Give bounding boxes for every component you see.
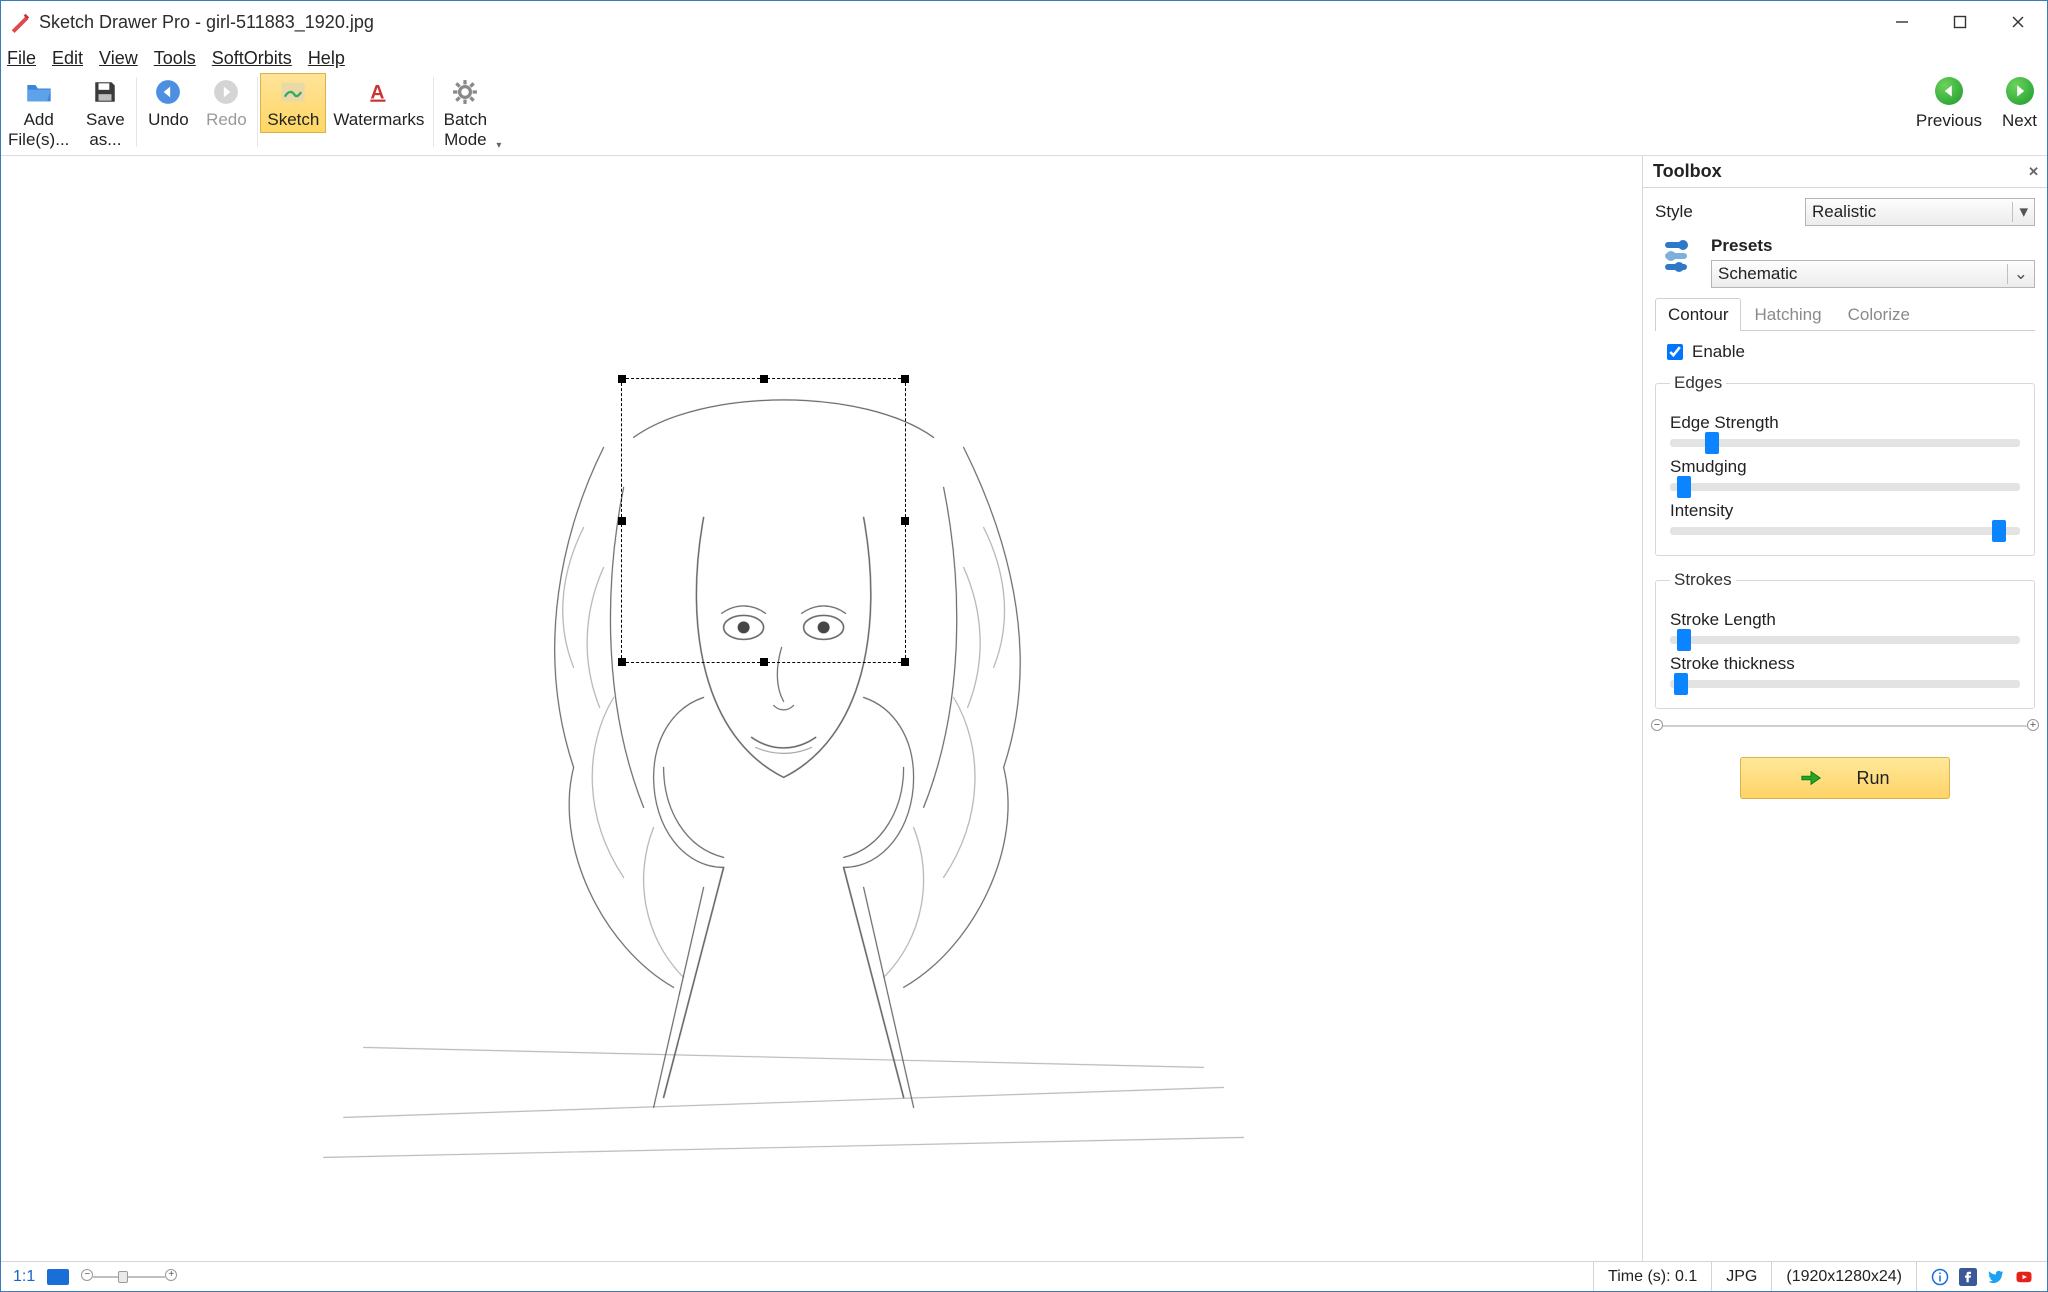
save-icon (91, 78, 119, 106)
tab-contour[interactable]: Contour (1655, 298, 1741, 331)
menu-file[interactable]: File (7, 48, 36, 69)
toolbox-close-icon[interactable]: ✕ (2028, 164, 2039, 180)
stroke-thickness-label: Stroke thickness (1670, 654, 2020, 674)
zoom-in-icon[interactable]: + (2027, 719, 2039, 731)
watermarks-button[interactable]: A Watermarks (326, 73, 431, 133)
batch-mode-button[interactable]: Batch Mode (436, 73, 494, 152)
chevron-down-icon: ⌄ (2007, 264, 2028, 284)
menu-edit[interactable]: Edit (52, 48, 83, 69)
status-bar: 1:1 − + Time (s): 0.1 JPG (1920x1280x24) (1, 1261, 2047, 1291)
previous-button[interactable]: Previous (1916, 73, 1982, 131)
next-icon (2006, 77, 2034, 105)
menu-help[interactable]: Help (308, 48, 345, 69)
status-format: JPG (1711, 1262, 1771, 1291)
intensity-slider[interactable] (1670, 527, 2020, 535)
zoom-out-icon[interactable]: − (1651, 719, 1663, 731)
status-time: Time (s): 0.1 (1593, 1262, 1711, 1291)
edge-strength-label: Edge Strength (1670, 413, 2020, 433)
main-toolbar: Add File(s)... Saveas... Undo Redo Sketc… (1, 73, 2047, 155)
add-files-button[interactable]: Add File(s)... (1, 73, 76, 152)
edges-group: Edges Edge Strength Smudging Intensity (1655, 373, 2035, 556)
toolbox-title: Toolbox (1653, 161, 1722, 182)
window-title: Sketch Drawer Pro - girl-511883_1920.jpg (39, 12, 1873, 33)
style-select[interactable]: Realistic ▾ (1805, 198, 2035, 226)
presets-icon (1661, 236, 1701, 276)
sketch-button[interactable]: Sketch (260, 73, 326, 133)
minimize-button[interactable] (1873, 3, 1931, 41)
toolbar-overflow-icon[interactable]: ▾ (496, 140, 501, 151)
next-button[interactable]: Next (2002, 73, 2037, 131)
run-button[interactable]: Run (1740, 757, 1950, 799)
redo-button[interactable]: Redo (197, 73, 255, 133)
zoom-out-icon[interactable]: − (81, 1269, 93, 1281)
selection-rectangle[interactable] (621, 378, 906, 663)
toolbox-tabs: Contour Hatching Colorize (1655, 298, 2035, 331)
title-bar: Sketch Drawer Pro - girl-511883_1920.jpg (1, 1, 2047, 43)
run-arrow-icon (1800, 767, 1822, 789)
intensity-label: Intensity (1670, 501, 2020, 521)
menu-tools[interactable]: Tools (154, 48, 196, 69)
stroke-length-slider[interactable] (1670, 636, 2020, 644)
work-area: Toolbox ✕ Style Realistic ▾ Presets (1, 155, 2047, 1261)
watermark-icon: A (365, 78, 393, 106)
strokes-group: Strokes Stroke Length Stroke thickness (1655, 570, 2035, 709)
close-button[interactable] (1989, 3, 2047, 41)
maximize-button[interactable] (1931, 3, 1989, 41)
status-dimensions: (1920x1280x24) (1771, 1262, 1916, 1291)
smudging-label: Smudging (1670, 457, 2020, 477)
youtube-icon[interactable] (2015, 1268, 2033, 1286)
menu-bar: File Edit View Tools SoftOrbits Help (1, 43, 2047, 73)
gear-icon (451, 78, 479, 106)
stroke-thickness-slider[interactable] (1670, 680, 2020, 688)
twitter-icon[interactable] (1987, 1268, 2005, 1286)
style-label: Style (1655, 202, 1715, 222)
zoom-in-icon[interactable]: + (165, 1269, 177, 1281)
save-as-button[interactable]: Saveas... (76, 73, 134, 152)
edge-strength-slider[interactable] (1670, 439, 2020, 447)
status-zoom-slider[interactable]: − + (81, 1274, 177, 1280)
presets-select[interactable]: Schematic ⌄ (1711, 260, 2035, 288)
toolbox-zoom-slider[interactable]: − + (1655, 725, 2035, 727)
tab-hatching[interactable]: Hatching (1741, 298, 1834, 331)
undo-icon (154, 78, 182, 106)
fit-screen-icon[interactable] (47, 1269, 69, 1285)
canvas[interactable] (1, 156, 1642, 1261)
menu-view[interactable]: View (99, 48, 138, 69)
info-icon[interactable] (1931, 1268, 1949, 1286)
facebook-icon[interactable] (1959, 1268, 1977, 1286)
smudging-slider[interactable] (1670, 483, 2020, 491)
folder-open-icon (25, 78, 53, 106)
redo-icon (212, 78, 240, 106)
undo-button[interactable]: Undo (139, 73, 197, 133)
zoom-ratio[interactable]: 1:1 (9, 1266, 39, 1288)
app-icon (9, 11, 31, 33)
toolbox-panel: Toolbox ✕ Style Realistic ▾ Presets (1642, 156, 2047, 1261)
stroke-length-label: Stroke Length (1670, 610, 2020, 630)
tab-colorize[interactable]: Colorize (1835, 298, 1923, 331)
enable-checkbox[interactable]: Enable (1663, 341, 2035, 363)
presets-label: Presets (1711, 236, 2035, 256)
chevron-down-icon: ▾ (2012, 202, 2028, 222)
sketch-icon (279, 78, 307, 106)
previous-icon (1935, 77, 1963, 105)
menu-softorbits[interactable]: SoftOrbits (212, 48, 292, 69)
